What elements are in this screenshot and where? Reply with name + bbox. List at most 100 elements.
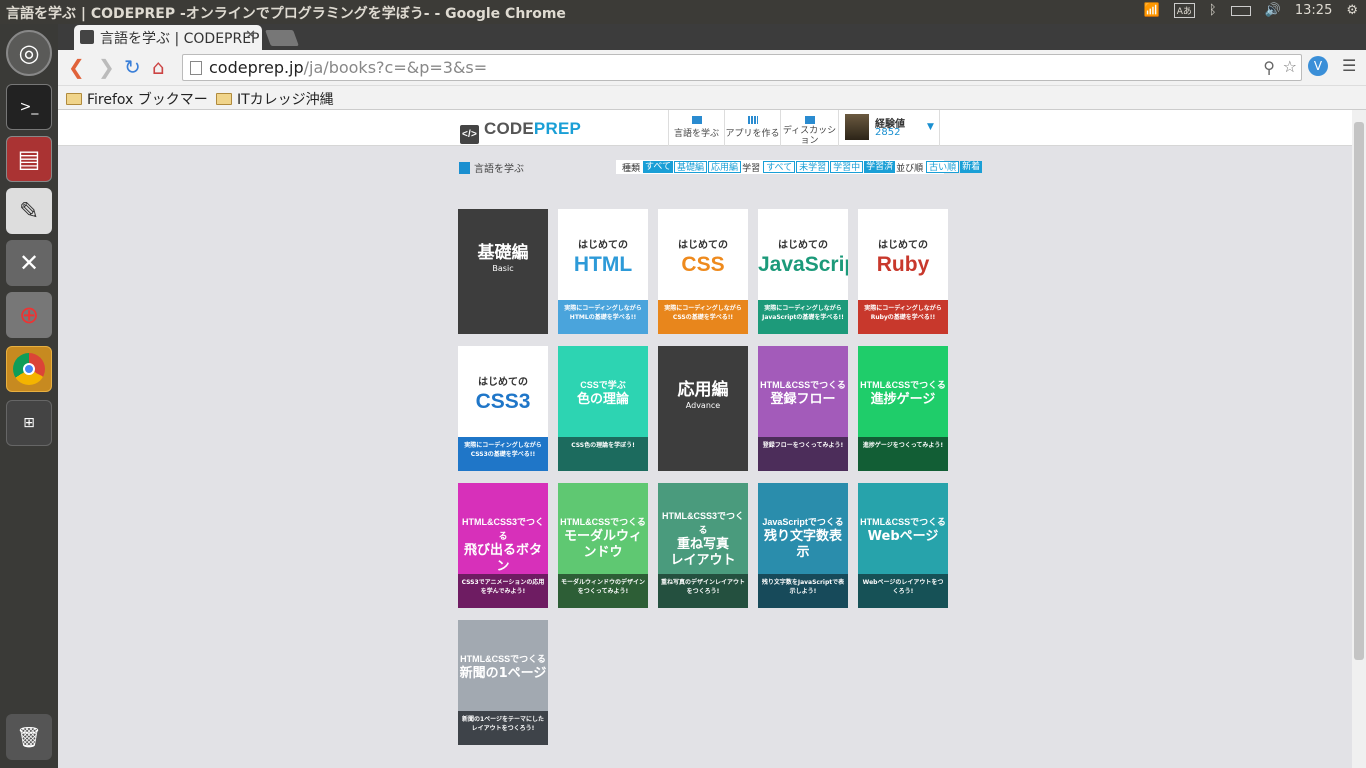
book-card-cover: はじめての CSS [658,209,748,300]
workspaces-icon[interactable]: ⊞ [6,400,52,446]
text-editor-icon[interactable]: ✎ [6,188,52,234]
forward-icon[interactable]: ❯ [98,57,115,77]
book-card-title: JavaScript [758,253,848,276]
book-card-title: Webページ [867,529,939,544]
browser-tab[interactable]: 言語を学ぶ | CODEPREP ✕ [74,25,262,50]
book-card-prefix: HTML&CSSでつくる [460,654,546,664]
nav-learn-languages[interactable]: 言語を学ぶ [668,110,724,146]
book-card[interactable]: はじめての JavaScript 実際にコーディングしながらJavaScriptの基… [758,209,848,334]
book-card[interactable]: はじめての HTML 実際にコーディングしながらHTMLの基礎を学べる!! [558,209,648,334]
launcher: ◎ >_ ▤ ✎ ✕ ⊕ ⊞ 🗑 [0,24,58,768]
reload-icon[interactable]: ↻ [124,57,141,77]
book-card-prefix: HTML&CSSでつくる [760,380,846,390]
book-card-title: 登録フロー [770,392,836,407]
book-card[interactable]: HTML&CSSでつくる モーダルウィンドウ モーダルウィンドウのデザインをつくって… [558,483,648,608]
user-menu[interactable]: 経験値 2852 ▼ [838,110,940,146]
book-card-description: 重ね写真のデザインレイアウトをつくろう! [658,574,748,608]
avatar [845,114,869,140]
folder-icon [216,93,232,105]
screenshot-icon[interactable]: ⊕ [6,292,52,338]
search-icon[interactable]: ⚲ [1263,58,1275,77]
home-icon[interactable]: ⌂ [152,57,165,77]
clock[interactable]: 13:25 [1295,3,1332,18]
filter-kind-basic[interactable]: 基礎編 [674,161,708,173]
book-card-cover: 基礎編 Basic [458,209,548,334]
book-card-title: 色の理論 [576,392,629,407]
book-card-title: 重ね写真 レイアウト [670,537,736,568]
book-card[interactable]: CSSで学ぶ色の理論 CSS色の理論を学ぼう! [558,346,648,471]
filter-study-inprogress[interactable]: 学習中 [830,161,864,173]
book-card-description: 新聞の1ページをテーマにしたレイアウトをつくろう! [458,711,548,745]
filter-order-oldest[interactable]: 古い順 [926,161,960,173]
back-icon[interactable]: ❮ [68,57,85,77]
book-card[interactable]: はじめての CSS3 実際にコーディングしながらCSS3の基礎を学べる!! [458,346,548,471]
volume-icon[interactable]: 🔊 [1265,3,1281,18]
favicon-icon [80,30,94,44]
book-card-cover: はじめての CSS3 [458,346,548,437]
file-manager-icon[interactable]: ▤ [6,136,52,182]
book-card-description: CSS色の理論を学ぼう! [558,437,648,471]
book-card[interactable]: HTML&CSS3でつくる 飛び出るボタン CSS3でアニメーションの応用を学んでみ… [458,483,548,608]
book-card-title: 進捗ゲージ [870,392,936,407]
book-card[interactable]: HTML&CSSでつくる 登録フロー 登録フローをつくってみよう! [758,346,848,471]
book-card-description: 残り文字数をJavaScriptで表示しよう! [758,574,848,608]
book-card[interactable]: はじめての Ruby 実際にコーディングしながらRubyの基礎を学べる!! [858,209,948,334]
bluetooth-icon[interactable]: ᛒ [1209,3,1217,18]
ubuntu-dash-icon[interactable]: ◎ [6,30,52,76]
bookmark-folder-itcollege[interactable]: ITカレッジ沖縄 [216,89,334,109]
filter-kind-advance[interactable]: 応用編 [708,161,742,173]
filter-study-unlearned[interactable]: 未学習 [796,161,830,173]
bookmark-folder-firefox[interactable]: Firefox ブックマー [66,89,208,109]
trash-icon[interactable]: 🗑 [6,714,52,760]
book-card-prefix: HTML&CSSでつくる [560,517,646,527]
book-icon [691,116,702,124]
browser-window: 言語を学ぶ | CODEPREP ✕ ❮ ❯ ↻ ⌂ codeprep.jp/j… [58,24,1366,768]
filter-study-done[interactable]: 学習済 [864,161,896,173]
book-card-title: 基礎編 [477,243,529,263]
terminal-icon[interactable]: >_ [6,84,52,130]
page-icon [190,61,202,75]
extension-icon[interactable]: V [1308,56,1328,76]
chevron-down-icon[interactable]: ▼ [927,122,934,132]
new-tab-button[interactable] [265,30,299,46]
nav-build-apps[interactable]: アプリを作る [724,110,780,146]
settings-icon[interactable]: ✕ [6,240,52,286]
page-scrollbar[interactable] [1352,110,1366,768]
book-card[interactable]: 応用編 Advance [658,346,748,471]
book-icon [459,162,470,174]
keyboard-icon[interactable]: Aあ [1173,3,1195,18]
book-card-cover: はじめての Ruby [858,209,948,300]
book-card-prefix: HTML&CSSでつくる [860,517,946,527]
experience-value: 2852 [875,127,901,138]
book-card[interactable]: 基礎編 Basic [458,209,548,334]
filter-order-newest[interactable]: 新着 [960,161,983,173]
nav-discussion[interactable]: ディスカッション [780,110,838,146]
book-card[interactable]: はじめての CSS 実際にコーディングしながらCSSの基礎を学べる!! [658,209,748,334]
book-card-title: 新聞の1ページ [459,666,547,681]
browser-toolbar: ❮ ❯ ↻ ⌂ codeprep.jp/ja/books?c=&p=3&s= ⚲… [58,50,1366,86]
code-icon: </> [460,125,479,144]
menu-icon[interactable]: ☰ [1342,56,1356,75]
star-icon[interactable]: ☆ [1283,57,1297,76]
book-card[interactable]: HTML&CSSでつくる 進捗ゲージ 進捗ゲージをつくってみよう! [858,346,948,471]
battery-icon[interactable] [1230,5,1251,16]
gear-icon[interactable]: ⚙ [1346,3,1358,18]
url-path: /ja/books?c=&p=3&s= [303,58,488,77]
book-card[interactable]: HTML&CSSでつくる Webページ Webページのレイアウトをつくろう! [858,483,948,608]
filter-study-all[interactable]: すべて [763,161,796,173]
book-card[interactable]: HTML&CSS3でつくる 重ね写真 レイアウト 重ね写真のデザインレイアウトをつく… [658,483,748,608]
address-bar[interactable]: codeprep.jp/ja/books?c=&p=3&s= ⚲ ☆ [182,54,1302,81]
chrome-icon[interactable] [6,346,52,392]
scrollbar-thumb[interactable] [1354,122,1364,660]
site-logo[interactable]: </> CODEPREP [460,119,581,144]
book-card-prefix: はじめての [878,240,928,251]
close-tab-icon[interactable]: ✕ [245,28,256,43]
book-card-prefix: CSSで学ぶ [580,380,626,390]
filter-kind-all[interactable]: すべて [643,161,674,173]
book-card-subtitle: Basic [492,264,514,273]
book-card[interactable]: HTML&CSSでつくる新聞の1ページ新聞の1ページをテーマにしたレイアウトをつ… [458,620,548,745]
book-card-description: 実際にコーディングしながらJavaScriptの基礎を学べる!! [758,300,848,334]
wifi-icon[interactable]: 📶 [1144,3,1160,18]
tab-strip: 言語を学ぶ | CODEPREP ✕ [58,24,1366,50]
book-card[interactable]: JavaScriptでつくる 残り文字数表示 残り文字数をJavaScriptで表示… [758,483,848,608]
